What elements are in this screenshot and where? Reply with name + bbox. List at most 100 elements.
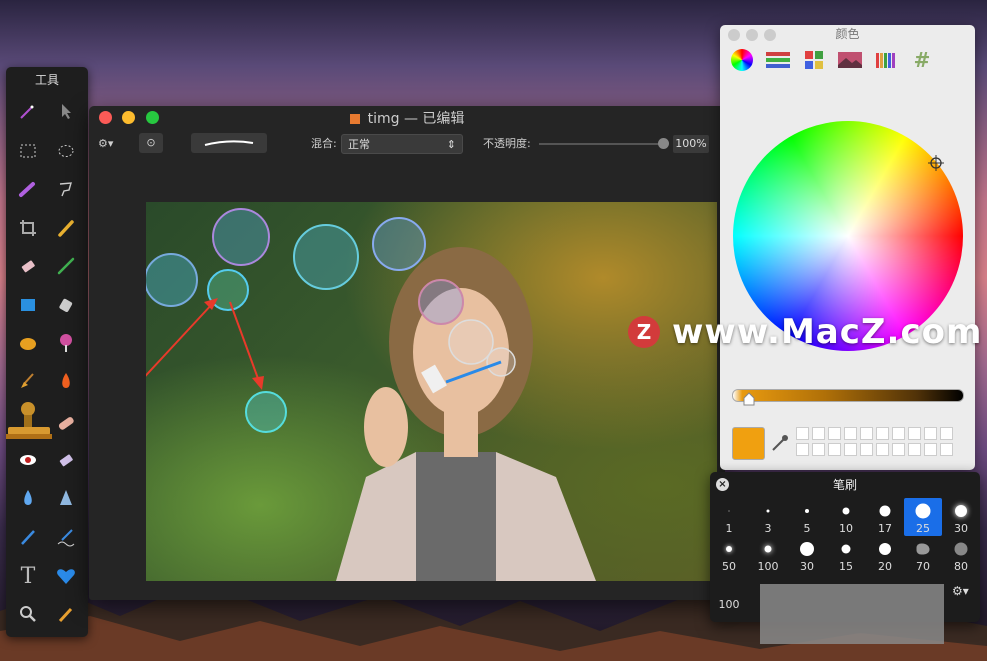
paint-bucket-icon bbox=[59, 298, 73, 312]
eraser-purple-icon bbox=[59, 454, 73, 467]
brushes-close-icon[interactable]: × bbox=[716, 478, 729, 491]
text-tool[interactable]: T bbox=[12, 560, 44, 592]
stamp-icon bbox=[6, 402, 52, 439]
eyedropper-icon[interactable] bbox=[770, 433, 790, 453]
brush-size-80[interactable]: 80 bbox=[942, 536, 980, 574]
brush-size-30-soft[interactable]: 30 bbox=[942, 498, 980, 536]
zoom-button[interactable] bbox=[146, 111, 159, 124]
brush-size-15[interactable]: 15 bbox=[827, 536, 865, 574]
editor-window: timg — 已编辑 ⚙▾ ⊙ 混合: 正常 ⇕ 不透明度: 100% bbox=[89, 106, 725, 600]
magnifier-icon bbox=[20, 606, 36, 622]
crayons-icon bbox=[876, 53, 895, 68]
brush-size-20[interactable]: 20 bbox=[866, 536, 904, 574]
tab-color-wheel[interactable] bbox=[728, 47, 756, 73]
colors-panel: 颜色 # bbox=[720, 25, 975, 470]
eye-icon bbox=[20, 455, 36, 465]
smudge-tool[interactable] bbox=[12, 327, 44, 359]
heal-tool[interactable] bbox=[50, 407, 82, 439]
tab-color-palettes[interactable] bbox=[800, 47, 828, 73]
eyedropper-tool[interactable] bbox=[50, 598, 82, 630]
brush-size-17[interactable]: 17 bbox=[866, 498, 904, 536]
heart-icon bbox=[57, 569, 75, 584]
opacity-slider[interactable] bbox=[539, 138, 669, 149]
clone-stamp-tool[interactable] bbox=[6, 397, 54, 445]
pencil-tool[interactable] bbox=[50, 212, 82, 244]
heart-shape-tool[interactable] bbox=[50, 560, 82, 592]
brush-size-1[interactable]: 1 bbox=[710, 498, 748, 536]
window-title: timg — 已编辑 bbox=[367, 111, 465, 127]
flame-icon bbox=[62, 373, 70, 388]
tab-hash-colors[interactable]: # bbox=[908, 47, 936, 73]
canvas-photo[interactable] bbox=[146, 202, 717, 581]
lollipop-icon bbox=[60, 334, 72, 352]
tools-title: 工具 bbox=[34, 73, 59, 87]
magic-wand-tool[interactable] bbox=[12, 95, 44, 127]
tool-options-bar: ⚙▾ ⊙ 混合: 正常 ⇕ 不透明度: 100% bbox=[89, 132, 725, 158]
freeform-pen-tool[interactable] bbox=[50, 521, 82, 553]
brush-size-30-hard[interactable]: 30 bbox=[788, 536, 826, 574]
blend-mode-select[interactable]: 正常 ⇕ bbox=[341, 134, 463, 154]
eyedropper-orange-icon bbox=[58, 607, 73, 623]
brush-size-100[interactable]: 100 bbox=[749, 536, 787, 574]
brush-option-button[interactable]: ⊙ bbox=[139, 133, 163, 153]
shape-tool[interactable] bbox=[12, 289, 44, 321]
tab-crayons[interactable] bbox=[872, 47, 900, 73]
minimize-button[interactable] bbox=[122, 111, 135, 124]
ellipse-select-tool[interactable] bbox=[50, 135, 82, 167]
brush-size-50[interactable]: 50 bbox=[710, 536, 748, 574]
fill-bucket-tool[interactable] bbox=[50, 289, 82, 321]
slider-thumb[interactable] bbox=[742, 392, 756, 406]
eraser-tool[interactable] bbox=[12, 250, 44, 282]
hash-icon: # bbox=[913, 48, 931, 72]
brushes-title: 笔刷 bbox=[832, 478, 857, 492]
mosaic-blur bbox=[760, 584, 944, 644]
brush-size-25[interactable]: 25 bbox=[904, 498, 942, 536]
crop-tool[interactable] bbox=[12, 212, 44, 244]
tab-image-palettes[interactable] bbox=[836, 47, 864, 73]
brush-preview-button[interactable] bbox=[191, 133, 267, 153]
brush-size-5[interactable]: 5 bbox=[788, 498, 826, 536]
pen-tool[interactable] bbox=[12, 521, 44, 553]
brush-size-100-texture[interactable]: 100 bbox=[710, 574, 748, 612]
brush-size-10[interactable]: 10 bbox=[827, 498, 865, 536]
red-eye-tool[interactable] bbox=[12, 444, 44, 476]
lasso-tool[interactable] bbox=[50, 173, 82, 205]
brush-select-tool[interactable] bbox=[12, 173, 44, 205]
arrow-pointer-icon bbox=[62, 104, 71, 119]
gradient-tool[interactable] bbox=[50, 327, 82, 359]
gear-menu-button[interactable]: ⚙▾ bbox=[98, 132, 113, 156]
watermark-logo: Z bbox=[628, 316, 660, 348]
sponge-tool[interactable] bbox=[12, 365, 44, 397]
paint-brush-tool[interactable] bbox=[50, 250, 82, 282]
rect-select-tool[interactable] bbox=[12, 135, 44, 167]
ellipse-marquee-icon bbox=[58, 145, 74, 157]
watermark-text: www.MacZ.com bbox=[672, 312, 983, 352]
brush-size-3[interactable]: 3 bbox=[749, 498, 787, 536]
blur-tool[interactable] bbox=[12, 482, 44, 514]
brush-stroke-icon bbox=[204, 140, 254, 146]
saved-swatches-grid[interactable] bbox=[796, 427, 966, 459]
burn-tool[interactable] bbox=[50, 365, 82, 397]
zoom-tool[interactable] bbox=[12, 598, 44, 630]
gear-icon: ⚙▾ bbox=[98, 137, 114, 150]
target-icon: ⊙ bbox=[146, 136, 156, 149]
opacity-slider-knob[interactable] bbox=[658, 138, 669, 149]
tab-color-sliders[interactable] bbox=[764, 47, 792, 73]
landscape-image-icon bbox=[838, 52, 862, 68]
crosshair-icon[interactable] bbox=[928, 155, 944, 171]
brightness-slider[interactable] bbox=[732, 389, 964, 402]
opacity-label: 不透明度: bbox=[483, 137, 531, 150]
brush-size-70[interactable]: 70 bbox=[904, 536, 942, 574]
triangle-icon bbox=[60, 490, 72, 505]
purple-brush-icon bbox=[19, 182, 35, 197]
sharpen-tool[interactable] bbox=[50, 482, 82, 514]
brush-settings-gear-icon[interactable]: ⚙▾ bbox=[952, 584, 969, 598]
orange-ellipse-icon bbox=[20, 338, 36, 350]
current-color-swatch[interactable] bbox=[732, 427, 765, 460]
sharpen-eraser-tool[interactable] bbox=[50, 444, 82, 476]
photo-illustration bbox=[146, 208, 596, 581]
close-button[interactable] bbox=[99, 111, 112, 124]
opacity-value: 100% bbox=[673, 135, 709, 153]
move-tool[interactable] bbox=[50, 95, 82, 127]
blend-mode-value: 正常 bbox=[348, 138, 370, 151]
